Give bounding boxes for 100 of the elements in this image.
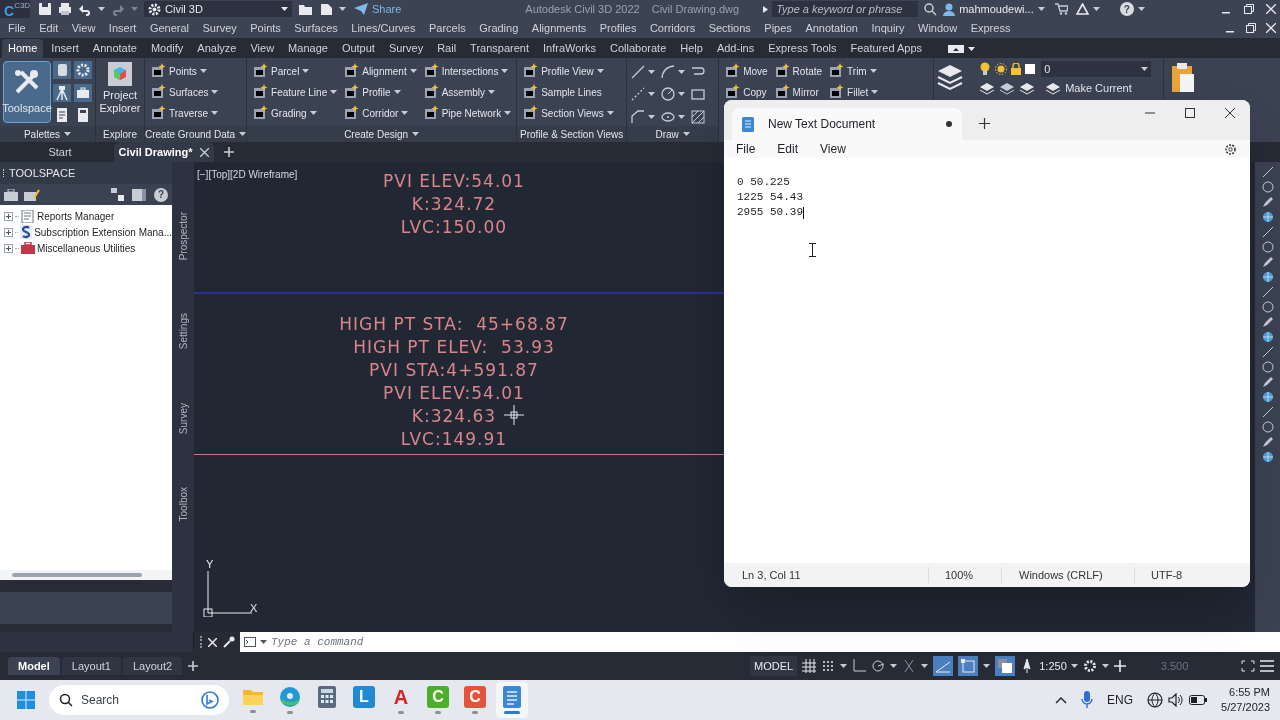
menu-item[interactable]: Points: [250, 19, 281, 37]
ribbon-button[interactable]: Intersections: [421, 61, 513, 81]
caret-icon[interactable]: [401, 111, 409, 115]
menu-item[interactable]: Edit: [777, 140, 799, 158]
pencil-icon[interactable]: [1261, 256, 1274, 268]
circle-icon[interactable]: [1261, 241, 1274, 253]
caret-icon[interactable]: [1037, 7, 1045, 11]
print-icon[interactable]: [58, 2, 72, 16]
caret-icon[interactable]: [682, 132, 690, 136]
expand-icon[interactable]: [4, 211, 13, 221]
side-tab[interactable]: Settings: [175, 313, 191, 350]
line-icon[interactable]: [1261, 166, 1274, 178]
ribbon-tab[interactable]: Analyze: [191, 39, 243, 58]
command-field[interactable]: Type a command: [271, 632, 1280, 652]
pencil-icon[interactable]: [1261, 316, 1274, 328]
model-space-button[interactable]: MODEL: [750, 656, 798, 676]
ribbon-button[interactable]: Feature Line: [251, 82, 339, 102]
caret-icon[interactable]: [239, 132, 247, 136]
caret-icon[interactable]: [211, 111, 219, 115]
plus-icon[interactable]: [979, 118, 990, 129]
menu-item[interactable]: Inquiry: [871, 19, 905, 37]
caret-icon[interactable]: [840, 664, 848, 668]
ribbon-button[interactable]: Fillet: [827, 82, 880, 102]
restore-icon[interactable]: [1244, 4, 1254, 14]
restore-icon[interactable]: [1246, 23, 1256, 33]
caret-icon[interactable]: [260, 640, 267, 644]
database-icon[interactable]: [53, 61, 71, 79]
panel-title[interactable]: Create Design: [247, 126, 517, 142]
layer-dropdown[interactable]: 0: [1041, 61, 1152, 77]
start-icon[interactable]: [17, 691, 35, 709]
menu-item[interactable]: Corridors: [649, 19, 696, 37]
caret-icon[interactable]: [1101, 664, 1109, 668]
caret-icon[interactable]: [678, 70, 686, 75]
maximize-icon[interactable]: [1185, 108, 1195, 118]
settings-icon[interactable]: [1224, 142, 1237, 156]
ribbon-button[interactable]: Assembly: [421, 82, 513, 102]
ribbon-button[interactable]: Parcel: [251, 61, 339, 81]
triangle-icon[interactable]: [1075, 3, 1089, 15]
toolbox-icon[interactable]: [74, 83, 92, 102]
workspace-dropdown[interactable]: Civil 3D: [144, 1, 292, 17]
caret-icon[interactable]: [339, 7, 346, 11]
language-indicator[interactable]: ENG: [1107, 691, 1134, 709]
ribbon-tab[interactable]: Help: [674, 39, 709, 58]
panel-title[interactable]: Create Ground Data: [145, 126, 247, 142]
layer-tool-icon[interactable]: [1019, 80, 1036, 97]
menu-item[interactable]: Insert: [108, 19, 137, 37]
caret-icon[interactable]: [501, 69, 509, 73]
circle-icon[interactable]: [1261, 421, 1274, 433]
ribbon-tab[interactable]: Transparent: [464, 39, 535, 58]
caret-icon[interactable]: [968, 47, 976, 51]
ribbon-button[interactable]: Sample Lines: [521, 82, 615, 102]
circle-icon[interactable]: [1261, 181, 1274, 193]
close-icon[interactable]: [1225, 108, 1235, 118]
ribbon-button[interactable]: Section Views: [521, 103, 615, 123]
ribbon-button[interactable]: Copy: [723, 82, 769, 102]
ribbon-button[interactable]: Points: [149, 61, 220, 81]
tree-view-icon[interactable]: [111, 188, 124, 201]
menu-item[interactable]: File: [8, 19, 26, 37]
caret-icon[interactable]: [281, 7, 288, 11]
ribbon-tab[interactable]: Insert: [45, 39, 85, 58]
ribbon-button[interactable]: Grading: [251, 103, 339, 123]
share-button[interactable]: Share: [354, 0, 402, 18]
caret-icon[interactable]: [330, 90, 338, 94]
menu-item[interactable]: View: [820, 140, 846, 158]
menu-item[interactable]: Parcels: [428, 19, 466, 37]
polyline-icon[interactable]: [630, 108, 647, 125]
grid-icon[interactable]: [802, 659, 817, 673]
layout-tab[interactable]: Model: [8, 657, 60, 675]
ribbon-button[interactable]: Surfaces: [149, 82, 220, 102]
menu-item[interactable]: Window: [918, 19, 958, 37]
menu-item[interactable]: Lines/Curves: [351, 19, 416, 37]
scrollbar[interactable]: [12, 573, 142, 577]
menu-item[interactable]: Grading: [479, 19, 519, 37]
caret-icon[interactable]: [648, 70, 656, 75]
ribbon-tab[interactable]: View: [244, 39, 281, 58]
caret-icon[interactable]: [678, 114, 686, 119]
hatch-icon[interactable]: [690, 108, 707, 125]
search-field[interactable]: Search: [49, 685, 229, 715]
panel-title[interactable]: Palettes: [0, 126, 95, 142]
pencil-icon[interactable]: [1261, 436, 1274, 448]
expand-icon[interactable]: [4, 243, 13, 253]
globe-icon[interactable]: [1147, 692, 1164, 708]
toolbox-icon[interactable]: [4, 188, 18, 201]
menu-item[interactable]: Annotation: [805, 19, 858, 37]
caret-icon[interactable]: [412, 132, 420, 136]
tree-item[interactable]: Subscription Extension Mana...: [0, 224, 172, 240]
speaker-icon[interactable]: [1168, 693, 1185, 707]
user-menu[interactable]: mahmoudewi...: [943, 0, 1045, 18]
fullscreen-icon[interactable]: [1241, 660, 1256, 672]
ortho-icon[interactable]: [852, 659, 867, 673]
ribbon-button[interactable]: Profile: [342, 82, 418, 102]
caret-icon[interactable]: [211, 90, 219, 94]
ribbon-tab[interactable]: InfraWorks: [537, 39, 602, 58]
ribbon-tab[interactable]: Annotate: [86, 39, 143, 58]
arc-icon[interactable]: [660, 64, 677, 81]
menu-item[interactable]: Surfaces: [294, 19, 338, 37]
ribbon-button[interactable]: Traverse: [149, 103, 220, 123]
layout-tab[interactable]: Layout2: [122, 657, 183, 675]
caret-icon[interactable]: [648, 114, 656, 119]
ribbon-button[interactable]: Profile View: [521, 61, 615, 81]
